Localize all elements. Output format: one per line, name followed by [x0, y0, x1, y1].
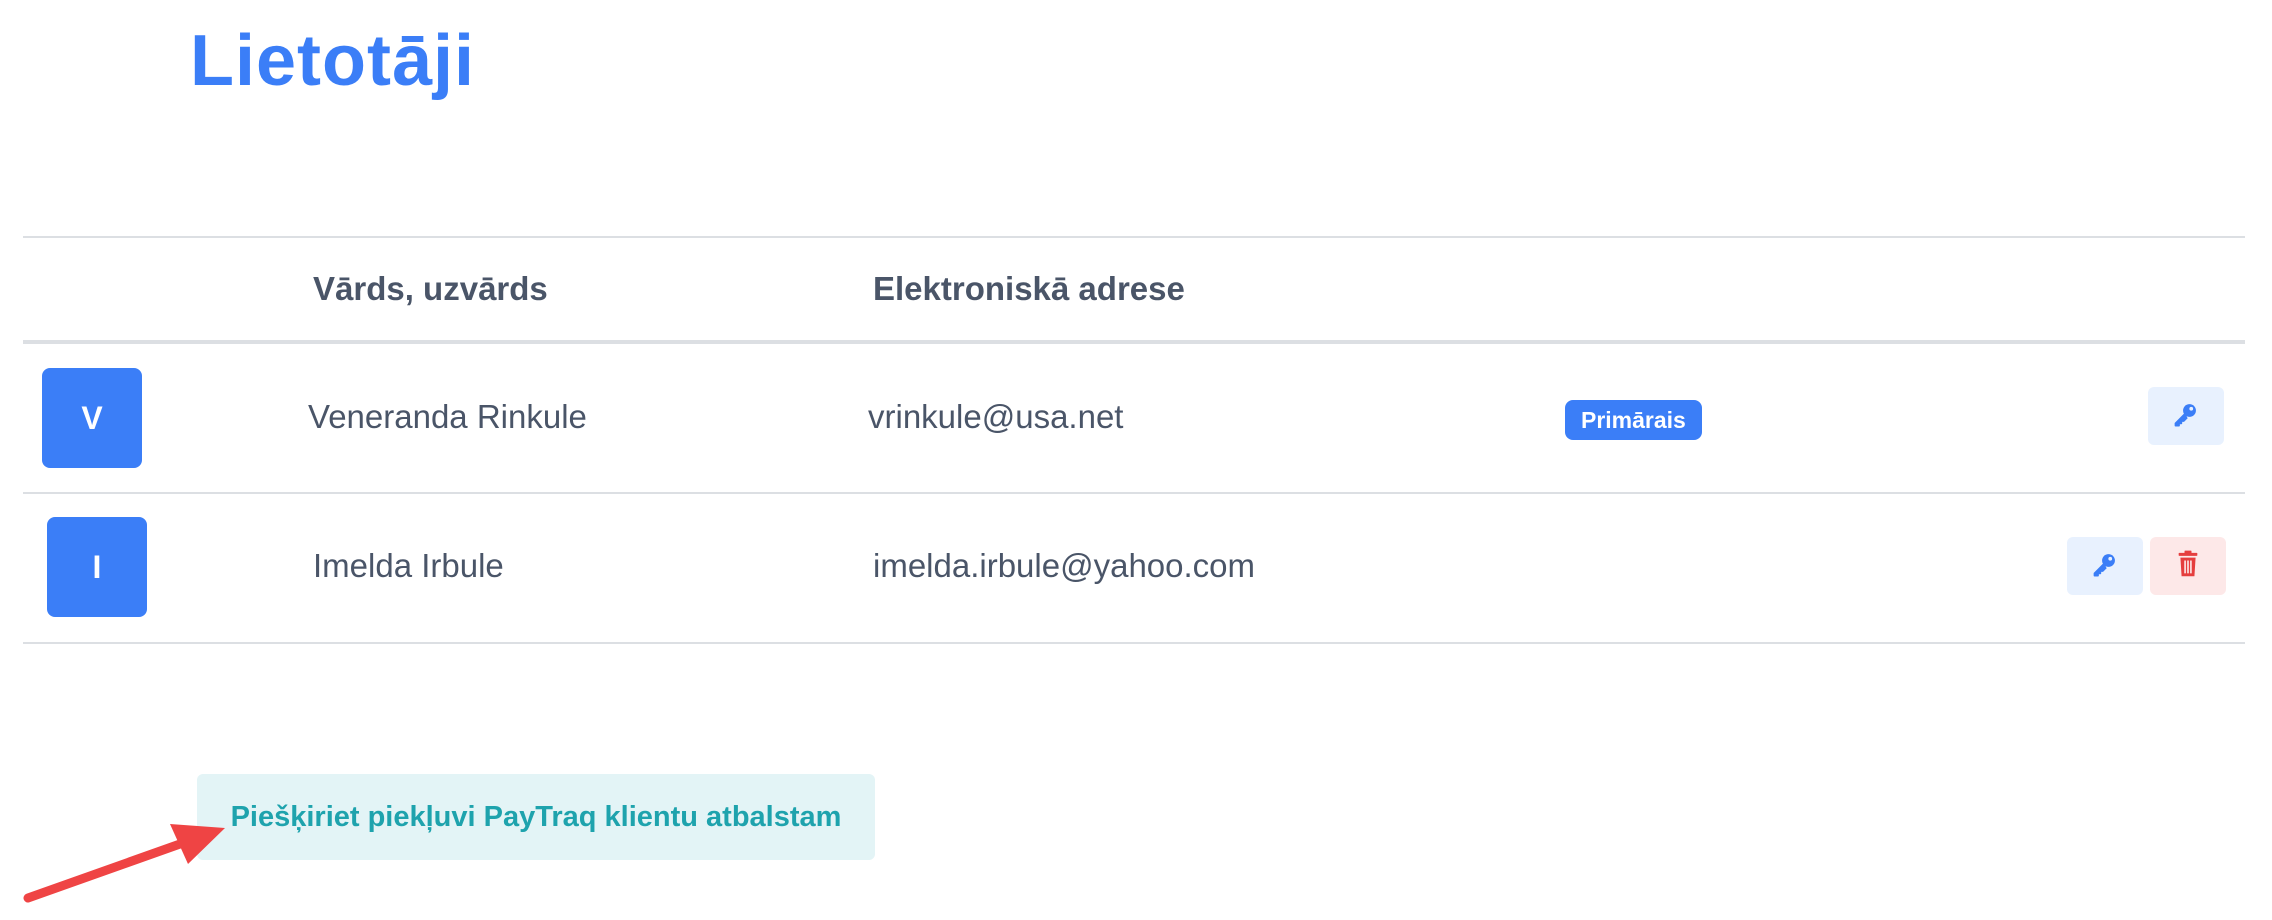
user-email: vrinkule@usa.net: [868, 398, 1124, 435]
grant-support-access-button[interactable]: Piešķiriet piekļuvi PayTraq klientu atba…: [197, 774, 875, 860]
user-name: Imelda Irbule: [313, 547, 504, 584]
column-header-name[interactable]: Vārds, uzvārds: [313, 270, 548, 308]
avatar: I: [47, 517, 147, 617]
reset-password-button[interactable]: [2067, 537, 2143, 595]
column-header-email[interactable]: Elektroniskā adrese: [873, 270, 1185, 308]
reset-password-button[interactable]: [2148, 387, 2224, 445]
key-icon: [2091, 550, 2119, 583]
page-title: Lietotāji: [190, 21, 476, 101]
table-row: V Veneranda Rinkule vrinkule@usa.net Pri…: [23, 344, 2245, 494]
annotation-arrow: [23, 824, 225, 903]
primary-badge: Primārais: [1565, 400, 1702, 440]
table-header: Vārds, uzvārds Elektroniskā adrese: [23, 238, 2245, 344]
user-name: Veneranda Rinkule: [308, 398, 587, 435]
delete-user-button[interactable]: [2150, 537, 2226, 595]
avatar: V: [42, 368, 142, 468]
trash-icon: [2175, 550, 2201, 583]
table-row: I Imelda Irbule imelda.irbule@yahoo.com: [23, 494, 2245, 644]
key-icon: [2172, 400, 2200, 433]
user-email: imelda.irbule@yahoo.com: [873, 547, 1256, 584]
